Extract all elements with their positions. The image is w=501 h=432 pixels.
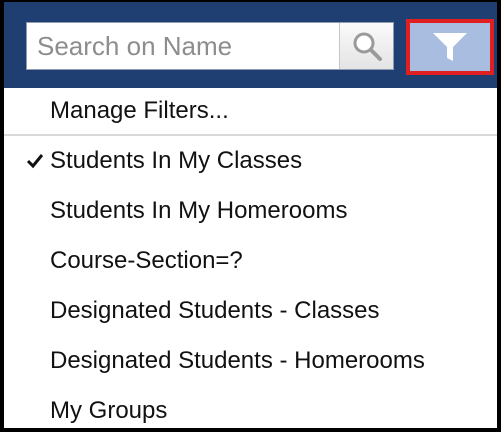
checkmark-icon [26, 154, 44, 169]
funnel-filter-icon [433, 33, 467, 61]
filter-item-students-in-my-classes[interactable]: Students In My Classes [4, 136, 497, 186]
filter-item-course-section[interactable]: Course-Section=? [4, 236, 497, 286]
filter-item-students-in-my-homerooms[interactable]: Students In My Homerooms [4, 186, 497, 236]
filter-item-label: Designated Students - Homerooms [50, 347, 425, 374]
search-input[interactable] [27, 23, 337, 69]
filter-item-designated-students-homerooms[interactable]: Designated Students - Homerooms [4, 336, 497, 386]
filter-item-my-groups[interactable]: My Groups [4, 386, 497, 428]
search-box [26, 22, 394, 70]
filter-item-designated-students-classes[interactable]: Designated Students - Classes [4, 286, 497, 336]
filter-item-label: Designated Students - Classes [50, 297, 380, 324]
filter-item-label: Students In My Homerooms [50, 197, 348, 224]
manage-filters-label: Manage Filters... [50, 97, 229, 124]
filter-button[interactable] [406, 19, 494, 75]
manage-filters-item[interactable]: Manage Filters... [4, 88, 497, 134]
filter-item-label: Course-Section=? [50, 247, 243, 274]
filter-item-label: Students In My Classes [50, 147, 303, 174]
magnifier-icon [353, 32, 382, 61]
search-button[interactable] [339, 23, 393, 69]
filter-menu: Manage Filters... Students In My Classes… [4, 88, 497, 428]
filter-item-label: My Groups [50, 397, 168, 424]
filter-dropdown-panel: Manage Filters... Students In My Classes… [0, 0, 501, 432]
search-toolbar [4, 2, 497, 88]
